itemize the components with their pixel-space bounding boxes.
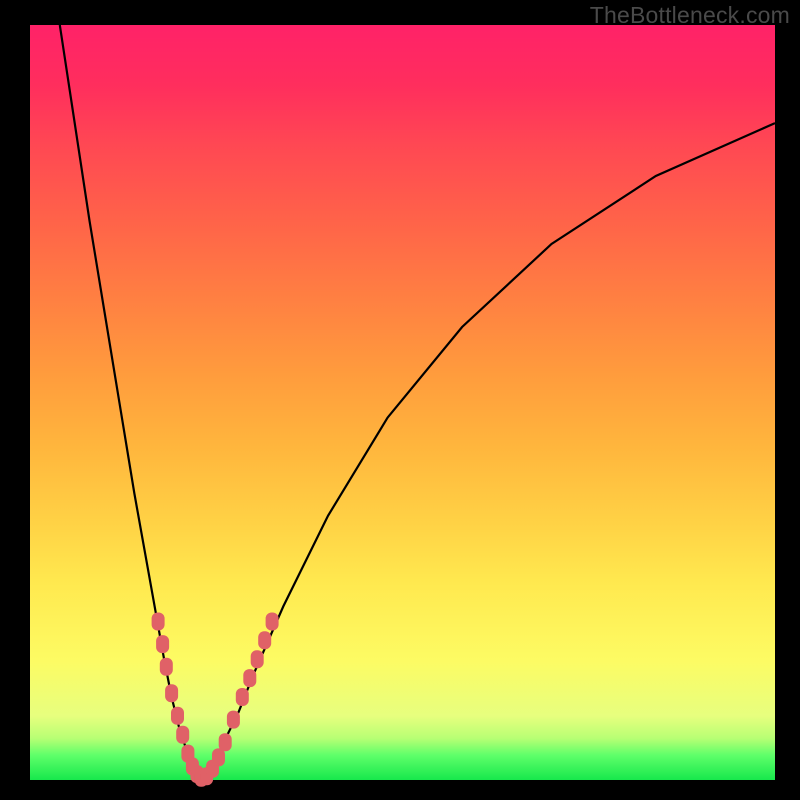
marker-point <box>227 711 240 729</box>
marker-point <box>258 631 271 649</box>
marker-point <box>236 688 249 706</box>
marker-point <box>176 726 189 744</box>
chart-frame: TheBottleneck.com <box>0 0 800 800</box>
left-v-curve <box>60 25 202 780</box>
marker-point <box>212 748 225 766</box>
marker-point <box>219 733 232 751</box>
marker-point <box>171 707 184 725</box>
marker-point <box>160 658 173 676</box>
marker-point <box>266 613 279 631</box>
marker-group <box>152 613 279 787</box>
marker-point <box>165 684 178 702</box>
marker-point <box>251 650 264 668</box>
marker-point <box>156 635 169 653</box>
plot-area <box>30 25 775 780</box>
marker-point <box>152 613 165 631</box>
watermark-text: TheBottleneck.com <box>590 2 790 29</box>
chart-svg <box>30 25 775 780</box>
right-v-curve <box>201 123 775 780</box>
marker-point <box>243 669 256 687</box>
